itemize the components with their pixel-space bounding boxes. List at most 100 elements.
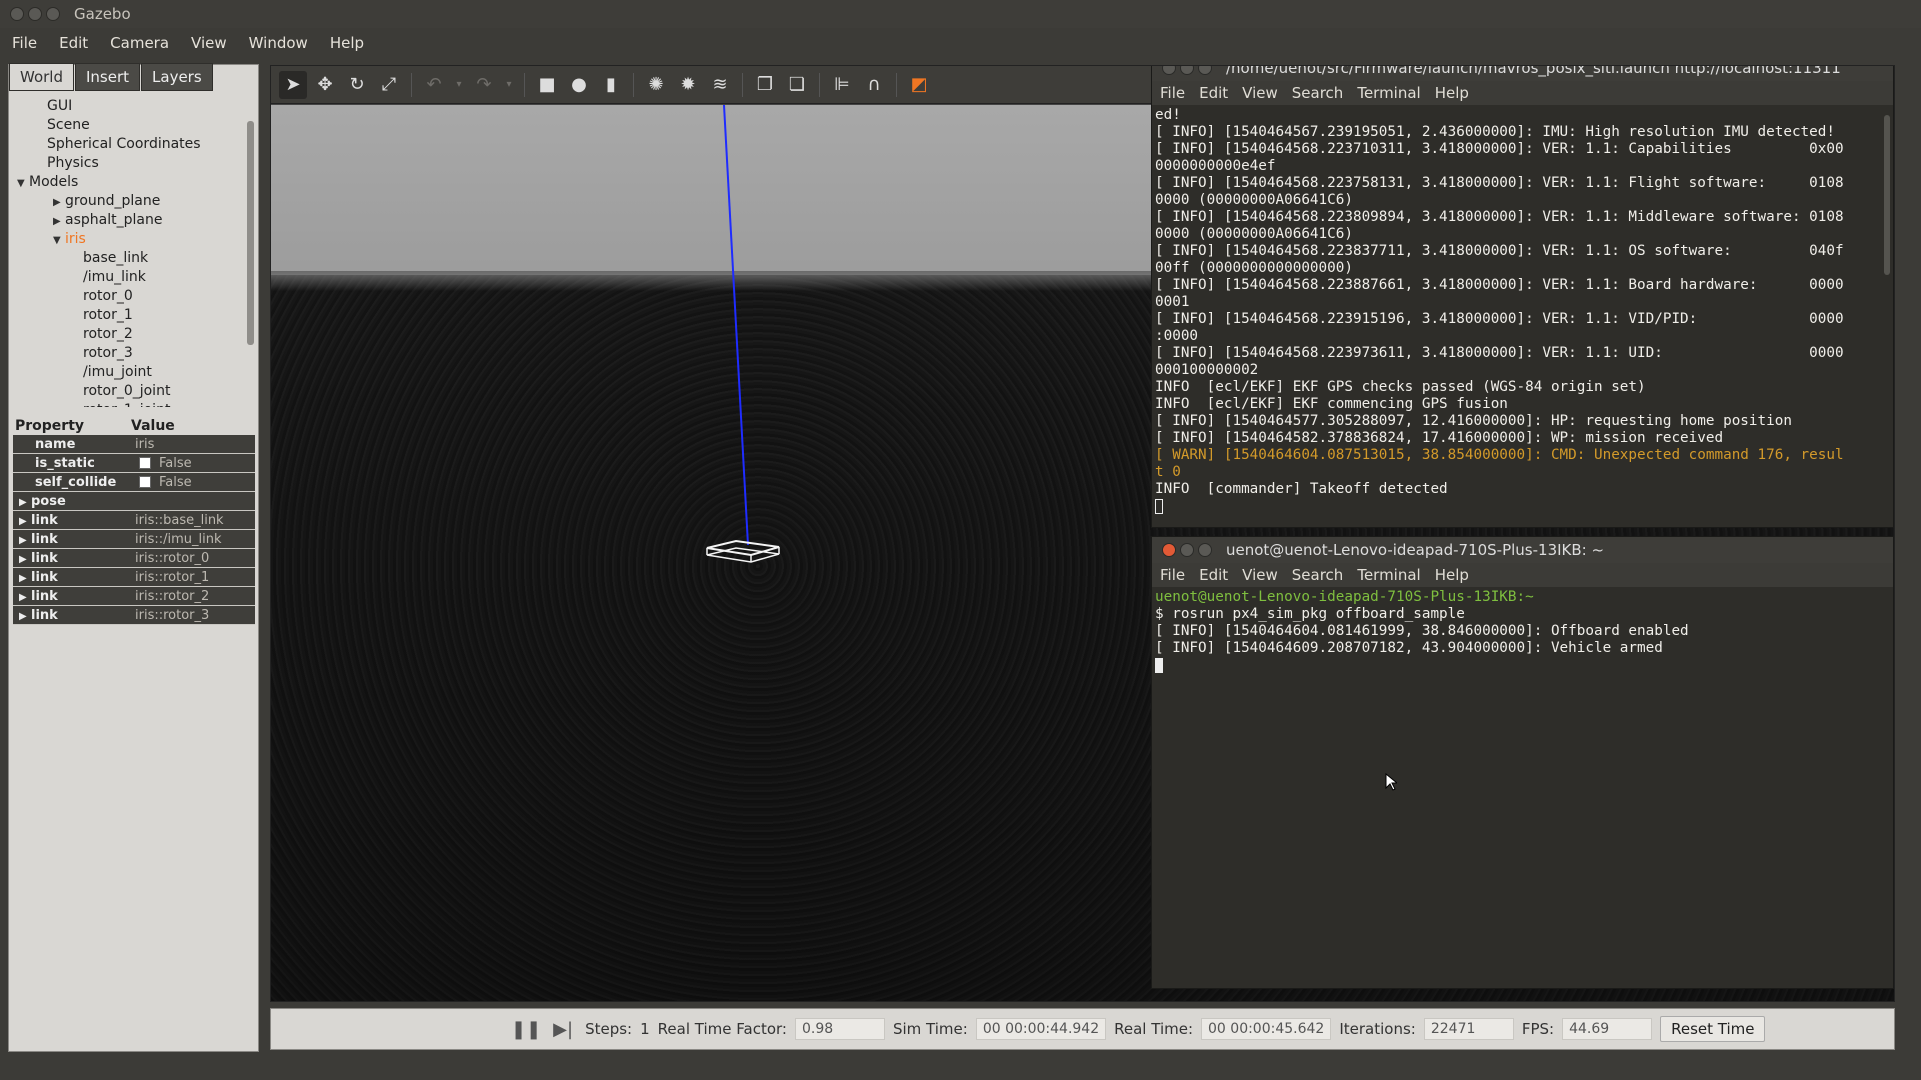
terminal-output[interactable]: ed![ INFO] [1540464567.239195051, 2.4360… — [1152, 105, 1893, 517]
terminal-menu-help[interactable]: Help — [1435, 566, 1469, 584]
menu-window[interactable]: Window — [249, 34, 308, 52]
close-terminal-button[interactable] — [1162, 543, 1176, 557]
collapsed-arrow-icon[interactable]: ▶ — [19, 607, 31, 626]
terminal-output[interactable]: uenot@uenot-Lenovo-ideapad-710S-Plus-13I… — [1152, 587, 1893, 676]
tree-item[interactable]: /imu_link — [9, 268, 249, 287]
tree-item[interactable]: base_link — [9, 249, 249, 268]
paste-icon[interactable]: ❏ — [783, 71, 811, 99]
checkbox[interactable] — [139, 476, 151, 488]
property-row[interactable]: ▶ link iris::rotor_3 — [13, 606, 255, 625]
menu-view[interactable]: View — [191, 34, 227, 52]
terminal-menu-terminal[interactable]: Terminal — [1357, 566, 1420, 584]
tree-item[interactable]: ▶ ground_plane — [9, 192, 249, 211]
tree-item[interactable]: rotor_1_joint — [9, 401, 249, 407]
menu-file[interactable]: File — [12, 34, 37, 52]
property-row[interactable]: ▶ link iris::rotor_0 — [13, 549, 255, 568]
collapsed-arrow-icon[interactable]: ▶ — [19, 512, 31, 531]
tree-item[interactable]: Physics — [9, 154, 249, 173]
property-row[interactable]: self_collide False — [13, 473, 255, 492]
property-value[interactable]: False — [131, 454, 255, 472]
property-row[interactable]: ▶ link iris::/imu_link — [13, 530, 255, 549]
property-row[interactable]: is_static False — [13, 454, 255, 473]
tree-item[interactable]: Scene — [9, 116, 249, 135]
translate-mode-icon[interactable]: ✥ — [311, 71, 339, 99]
maximize-window-button[interactable] — [46, 7, 60, 21]
cylinder-shape-icon[interactable]: ▮ — [597, 71, 625, 99]
minimize-terminal-button[interactable] — [1180, 66, 1194, 75]
expanded-arrow-icon[interactable]: ▼ — [17, 174, 29, 193]
property-row[interactable]: name iris — [13, 435, 255, 454]
tree-item[interactable]: rotor_2 — [9, 325, 249, 344]
copy-icon[interactable]: ❐ — [751, 71, 779, 99]
tree-scrollbar[interactable] — [247, 121, 254, 345]
tree-item[interactable]: ▼ Models — [9, 173, 249, 192]
directional-light-icon[interactable]: ≋ — [706, 71, 734, 99]
terminal-menu-view[interactable]: View — [1242, 566, 1278, 584]
collapsed-arrow-icon[interactable]: ▶ — [19, 569, 31, 588]
step-icon[interactable]: ▶| — [553, 1019, 573, 1040]
tab-insert[interactable]: Insert — [75, 63, 141, 91]
property-row[interactable]: ▶ link iris::rotor_2 — [13, 587, 255, 606]
terminal-menu-help[interactable]: Help — [1435, 84, 1469, 102]
terminal-menu-file[interactable]: File — [1160, 84, 1185, 102]
box-shape-icon[interactable]: ■ — [533, 71, 561, 99]
tree-item[interactable]: ▶ asphalt_plane — [9, 211, 249, 230]
rotate-mode-icon[interactable]: ↻ — [343, 71, 371, 99]
checkbox[interactable] — [139, 457, 151, 469]
steps-value[interactable]: 1 — [640, 1020, 650, 1038]
terminal-scrollbar[interactable] — [1884, 115, 1890, 275]
tab-layers[interactable]: Layers — [141, 63, 213, 91]
tree-item[interactable]: ▼ iris — [9, 230, 249, 249]
terminal-menu-edit[interactable]: Edit — [1199, 84, 1228, 102]
view-angle-icon[interactable]: ◩ — [905, 71, 933, 99]
align-icon[interactable]: ⊫ — [828, 71, 856, 99]
scale-mode-icon[interactable]: ⤢ — [375, 71, 403, 99]
menu-help[interactable]: Help — [330, 34, 364, 52]
close-window-button[interactable] — [10, 7, 24, 21]
collapsed-arrow-icon[interactable]: ▶ — [19, 493, 31, 512]
tree-item[interactable]: rotor_0 — [9, 287, 249, 306]
undo-icon[interactable]: ↶ — [420, 71, 448, 99]
tree-item[interactable]: /imu_joint — [9, 363, 249, 382]
minimize-terminal-button[interactable] — [1180, 543, 1194, 557]
point-light-icon[interactable]: ✺ — [642, 71, 670, 99]
terminal-menu-edit[interactable]: Edit — [1199, 566, 1228, 584]
collapsed-arrow-icon[interactable]: ▶ — [53, 212, 65, 231]
property-row[interactable]: ▶ link iris::rotor_1 — [13, 568, 255, 587]
tree-item[interactable]: GUI — [9, 97, 249, 116]
terminal-menu-terminal[interactable]: Terminal — [1357, 84, 1420, 102]
sphere-shape-icon[interactable]: ● — [565, 71, 593, 99]
maximize-terminal-button[interactable] — [1198, 66, 1212, 75]
spot-light-icon[interactable]: ✹ — [674, 71, 702, 99]
redo-dropdown-icon[interactable]: ▾ — [502, 71, 516, 99]
collapsed-arrow-icon[interactable]: ▶ — [19, 550, 31, 569]
collapsed-arrow-icon[interactable]: ▶ — [19, 588, 31, 607]
close-terminal-button[interactable] — [1162, 66, 1176, 75]
terminal-menu-file[interactable]: File — [1160, 566, 1185, 584]
collapsed-arrow-icon[interactable]: ▶ — [19, 531, 31, 550]
terminal-menu-search[interactable]: Search — [1292, 566, 1344, 584]
tree-item[interactable]: Spherical Coordinates — [9, 135, 249, 154]
property-row[interactable]: ▶ link iris::base_link — [13, 511, 255, 530]
collapsed-arrow-icon[interactable]: ▶ — [53, 193, 65, 212]
maximize-terminal-button[interactable] — [1198, 543, 1212, 557]
undo-dropdown-icon[interactable]: ▾ — [452, 71, 466, 99]
property-value[interactable]: False — [131, 473, 255, 491]
tree-item[interactable]: rotor_0_joint — [9, 382, 249, 401]
expanded-arrow-icon[interactable]: ▼ — [53, 231, 65, 250]
snap-icon[interactable]: ∩ — [860, 71, 888, 99]
terminal-window-home[interactable]: uenot@uenot-Lenovo-ideapad-710S-Plus-13I… — [1151, 536, 1894, 989]
tree-item[interactable]: rotor_1 — [9, 306, 249, 325]
menu-edit[interactable]: Edit — [59, 34, 88, 52]
tree-item[interactable]: rotor_3 — [9, 344, 249, 363]
terminal-window-launch[interactable]: /home/uenot/src/Firmware/launch/mavros_p… — [1151, 66, 1894, 528]
reset-time-button[interactable]: Reset Time — [1660, 1016, 1766, 1042]
terminal-menu-search[interactable]: Search — [1292, 84, 1344, 102]
property-row[interactable]: ▶ pose — [13, 492, 255, 511]
pause-icon[interactable]: ❚❚ — [511, 1019, 541, 1040]
terminal-menu-view[interactable]: View — [1242, 84, 1278, 102]
select-mode-icon[interactable]: ➤ — [279, 70, 307, 99]
tab-world[interactable]: World — [9, 63, 74, 91]
menu-camera[interactable]: Camera — [110, 34, 169, 52]
minimize-window-button[interactable] — [28, 7, 42, 21]
